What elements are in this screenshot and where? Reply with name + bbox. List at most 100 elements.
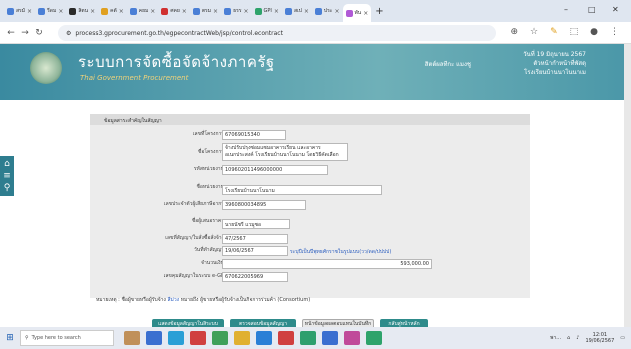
browser-tab[interactable]: สเป × (282, 3, 312, 19)
close-icon[interactable]: × (27, 8, 32, 15)
tab-label: สิตน (78, 8, 89, 14)
browser-tab[interactable]: ศคย × (158, 3, 189, 19)
search-icon[interactable]: ⚲ (4, 183, 11, 193)
bookmark-star-icon[interactable]: ☆ (530, 27, 538, 37)
field-label: ชื่อหน่วยงาน (196, 184, 224, 190)
close-icon[interactable]: × (304, 8, 309, 15)
volume-icon[interactable]: ♪ (576, 335, 579, 341)
note-prefix: หมายเหตุ : ชื่อผู้ขายหรือผู้รับจ้าง (96, 297, 166, 303)
tab-favicon (314, 7, 322, 15)
contract-number-field[interactable]: 47/2567 (222, 234, 288, 244)
reload-icon[interactable]: ↻ (32, 28, 46, 38)
app-icon[interactable] (344, 331, 360, 345)
browser-tab[interactable]: รีดม × (35, 3, 66, 19)
site-info-icon[interactable]: ⚙ (66, 30, 71, 37)
app-icon[interactable] (146, 331, 162, 345)
egp-control-number-field[interactable]: 670622005969 (222, 272, 288, 282)
close-window-button[interactable]: ✕ (612, 5, 619, 14)
close-icon[interactable]: × (213, 8, 218, 15)
minimize-button[interactable]: – (564, 5, 568, 14)
zoom-icon[interactable]: ⊕ (510, 27, 518, 37)
maximize-button[interactable]: □ (588, 5, 596, 14)
close-icon[interactable]: × (58, 8, 63, 15)
close-icon[interactable]: × (150, 8, 155, 15)
browser-tab[interactable]: สรมั × (4, 3, 35, 19)
windows-start-icon[interactable]: ⊞ (0, 333, 20, 343)
app-icon[interactable] (278, 331, 294, 345)
tab-label: ประ (323, 8, 333, 14)
agency-name-field[interactable]: โรงเรียนบ้านนาโนนาม (222, 185, 382, 195)
tax-id-field[interactable]: 3960800034895 (222, 200, 306, 210)
app-icon[interactable] (212, 331, 228, 345)
browser-tab[interactable]: คตั × (98, 3, 127, 19)
url-text: process3.gprocurement.go.th/egpecontract… (75, 29, 283, 37)
form-row: จำนวนเงิน 593,000.00 (90, 259, 530, 271)
field-label: ชื่อโครงการ (197, 149, 224, 155)
new-tab-button[interactable]: + (375, 6, 383, 17)
browser-menu-icon[interactable]: ⋮ (610, 27, 619, 37)
app-icon[interactable] (366, 331, 382, 345)
edit-icon[interactable]: ✎ (550, 27, 558, 37)
form-row: ชื่อโครงการ จ้างปรับปรุงซ่อมแซมอาคารเรีย… (90, 143, 530, 161)
left-quick-menu: ⌂ ≡ ⚲ (0, 156, 14, 196)
clock[interactable]: 12:01 19/06/2567 (585, 332, 614, 344)
tab-favicon (101, 7, 109, 15)
browser-tab[interactable]: ประ × (312, 3, 343, 19)
tab-favicon (7, 7, 14, 15)
contract-date-field[interactable]: 19/06/2567 (222, 246, 288, 256)
profile-icon[interactable]: ● (590, 27, 598, 37)
close-icon[interactable]: × (244, 8, 249, 15)
app-icon[interactable] (168, 331, 184, 345)
menu-icon[interactable]: ≡ (3, 171, 11, 181)
windows-taskbar: ⊞ ⚲ Type here to search พา... ⌂ ♪ 12:01 … (0, 327, 631, 349)
bidder-name-field[interactable]: นายนัชรี แวมูซอ (222, 219, 290, 229)
tray-text[interactable]: พา... (550, 334, 561, 342)
browser-tab[interactable]: คยม × (127, 3, 159, 19)
extensions-icon[interactable]: ⬚ (570, 27, 579, 37)
browser-tab[interactable]: GPI × (252, 3, 282, 19)
field-label: จำนวนเงิน (201, 260, 224, 266)
project-number-field[interactable]: 67069015340 (222, 130, 286, 140)
app-icon[interactable] (322, 331, 338, 345)
close-icon[interactable]: × (182, 8, 187, 15)
tab-favicon (69, 7, 77, 15)
network-icon[interactable]: ⌂ (567, 335, 570, 341)
browser-tab-active[interactable]: พัน × (342, 4, 372, 22)
back-icon[interactable]: ← (4, 28, 18, 38)
forward-icon[interactable]: → (18, 28, 32, 38)
agency-code-field[interactable]: 109602011496000000 (222, 165, 328, 175)
contract-form-panel: ข้อมูลสาระสำคัญในสัญญา เลขที่โครงการ 670… (90, 114, 530, 329)
system-tray: พา... ⌂ ♪ 12:01 19/06/2567 ▭ (550, 332, 625, 344)
tab-favicon (284, 7, 292, 15)
field-label: เลขที่สัญญา/ใบสั่งซื้อสั่งจ้าง (165, 235, 224, 241)
tab-label: GPI (263, 8, 272, 14)
project-name-field[interactable]: จ้างปรับปรุงซ่อมแซมอาคารเรียน และอาคารอเ… (222, 143, 348, 161)
browser-tab[interactable]: ตรม × (190, 3, 221, 19)
app-icon[interactable] (190, 331, 206, 345)
page-scrollbar[interactable] (624, 44, 631, 327)
close-icon[interactable]: × (334, 8, 339, 15)
tab-label: ศคย (170, 8, 180, 14)
url-field[interactable]: ⚙ process3.gprocurement.go.th/egpecontra… (58, 25, 496, 41)
app-icon[interactable] (234, 331, 250, 345)
close-icon[interactable]: × (363, 10, 368, 17)
notification-icon[interactable]: ▭ (620, 335, 625, 341)
address-bar-row: ← → ↻ ⚙ process3.gprocurement.go.th/egpe… (0, 22, 631, 44)
app-icon[interactable] (256, 331, 272, 345)
close-icon[interactable]: × (274, 8, 279, 15)
tab-favicon (345, 9, 353, 17)
browser-tab[interactable]: สิตน × (66, 3, 98, 19)
close-icon[interactable]: × (90, 8, 95, 15)
tab-favicon (38, 7, 46, 15)
home-icon[interactable]: ⌂ (4, 159, 10, 169)
form-row: รหัสหน่วยงาน 109602011496000000 (90, 165, 530, 177)
app-icon[interactable] (300, 331, 316, 345)
field-label: วันที่ทำสัญญา (193, 247, 224, 253)
amount-field[interactable]: 593,000.00 (222, 259, 432, 269)
tab-favicon (161, 7, 169, 15)
tab-label: รีดม (47, 8, 57, 14)
browser-tab[interactable]: ธรร × (221, 3, 251, 19)
app-icon[interactable] (124, 331, 140, 345)
taskbar-search[interactable]: ⚲ Type here to search (20, 330, 114, 346)
close-icon[interactable]: × (119, 8, 124, 15)
